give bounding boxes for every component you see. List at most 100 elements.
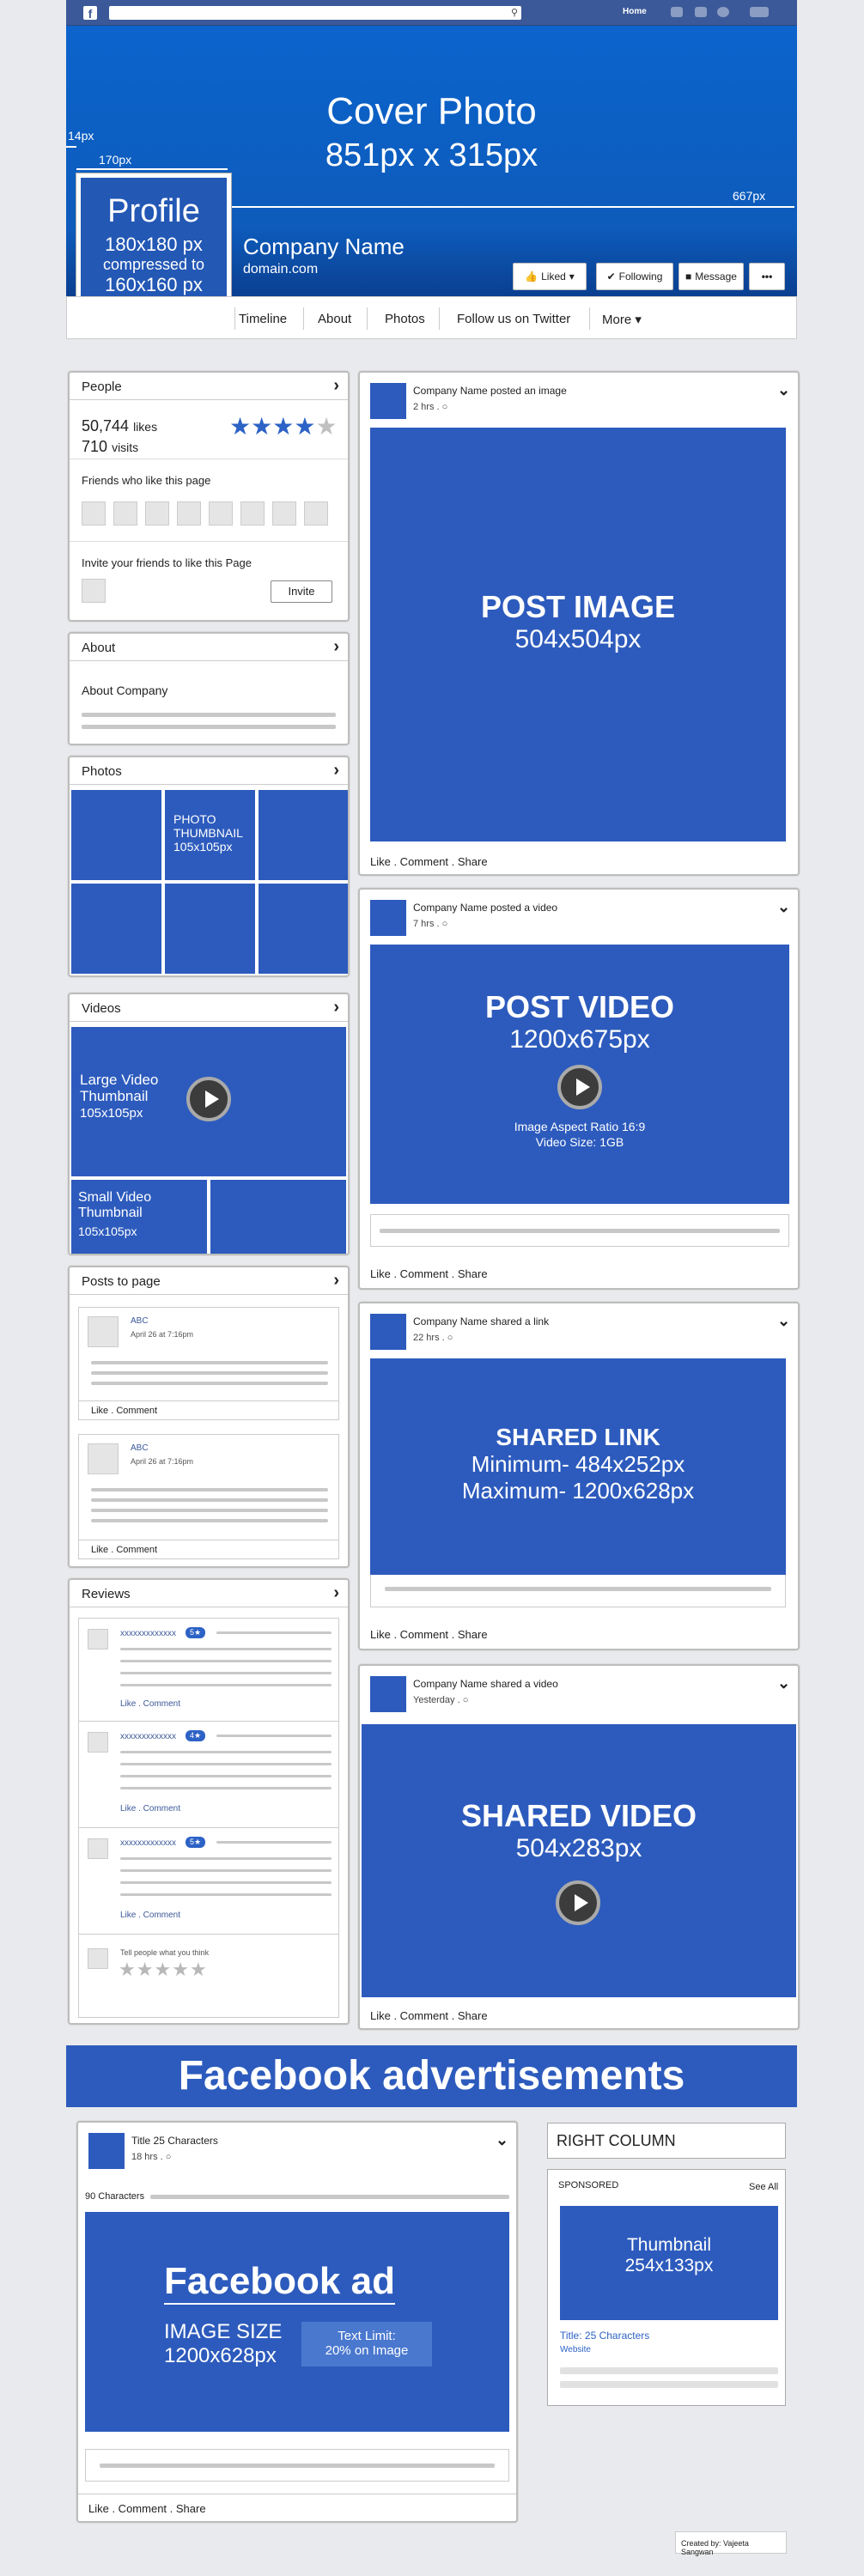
chevron-right-icon[interactable]: › xyxy=(333,998,339,1018)
search-icon[interactable]: ⚲ xyxy=(511,7,518,18)
friend-avatar[interactable] xyxy=(177,501,201,526)
avatar[interactable] xyxy=(88,1838,108,1859)
review-name[interactable]: xxxxxxxxxxxxx xyxy=(120,1838,176,1848)
see-all-link[interactable]: See All xyxy=(749,2182,778,2192)
post-author[interactable]: Company Name shared a video xyxy=(413,1678,558,1690)
large-video-thumbnail[interactable]: Large Video Thumbnail 105x105px xyxy=(71,1027,346,1176)
tell-people-text[interactable]: Tell people what you think xyxy=(120,1948,209,1957)
avatar[interactable] xyxy=(88,1629,108,1649)
play-icon[interactable] xyxy=(557,1065,602,1109)
company-domain[interactable]: domain.com xyxy=(243,262,318,277)
friend-avatar[interactable] xyxy=(240,501,265,526)
post-actions[interactable]: Like . Comment . Share xyxy=(370,1267,488,1280)
videos-header[interactable]: Videos › xyxy=(70,994,348,1022)
photos-header[interactable]: Photos › xyxy=(70,757,348,785)
visitor-post-actions[interactable]: Like . Comment xyxy=(91,1406,157,1416)
visitor-post-actions[interactable]: Like . Comment xyxy=(91,1545,157,1555)
posts-to-page-header[interactable]: Posts to page › xyxy=(70,1267,348,1295)
post-avatar[interactable] xyxy=(88,2133,125,2169)
chevron-down-icon[interactable]: ⌄ xyxy=(777,381,790,399)
post-avatar[interactable] xyxy=(370,900,406,936)
friend-avatar[interactable] xyxy=(145,501,169,526)
post-actions[interactable]: Like . Comment . Share xyxy=(88,2502,206,2515)
visitor-post-author[interactable]: ABC xyxy=(131,1316,149,1326)
post-video[interactable]: POST VIDEO 1200x675px Image Aspect Ratio… xyxy=(370,945,789,1204)
photo-thumbnail[interactable] xyxy=(71,884,161,974)
review-star-input[interactable]: ★★★★★ xyxy=(119,1959,208,1981)
photo-thumbnail[interactable] xyxy=(165,884,255,974)
photo-thumbnail[interactable] xyxy=(71,790,161,880)
chevron-right-icon[interactable]: › xyxy=(333,1583,339,1603)
friend-avatar[interactable] xyxy=(82,501,106,526)
review-actions[interactable]: Like . Comment xyxy=(120,1911,180,1920)
post-avatar[interactable] xyxy=(370,1314,406,1350)
globe-icon[interactable] xyxy=(717,7,729,17)
sponsored-thumbnail[interactable]: Thumbnail 254x133px xyxy=(560,2206,778,2320)
following-button[interactable]: ✔ Following xyxy=(596,263,673,290)
message-button[interactable]: ■ Message xyxy=(678,263,744,290)
link-preview-box[interactable] xyxy=(370,1575,786,1607)
avatar[interactable] xyxy=(88,1948,108,1969)
chevron-right-icon[interactable]: › xyxy=(333,637,339,657)
reviews-header[interactable]: Reviews › xyxy=(70,1580,348,1607)
post-actions[interactable]: Like . Comment . Share xyxy=(370,2009,488,2022)
photo-thumbnail[interactable]: PHOTO THUMBNAIL 105x105px xyxy=(165,790,255,880)
post-author[interactable]: Company Name shared a link xyxy=(413,1315,549,1327)
photo-thumbnail[interactable] xyxy=(259,884,348,974)
chevron-down-icon[interactable]: ⌄ xyxy=(777,1312,790,1330)
chevron-down-icon[interactable]: ⌄ xyxy=(777,1674,790,1692)
visitor-post-author[interactable]: ABC xyxy=(131,1443,149,1453)
more-options-button[interactable]: ••• xyxy=(749,263,785,290)
people-header[interactable]: People › xyxy=(70,373,348,400)
facebook-logo-icon[interactable]: f xyxy=(83,6,97,21)
link-preview-box[interactable] xyxy=(85,2449,509,2482)
friend-avatar[interactable] xyxy=(113,501,137,526)
friend-avatar[interactable] xyxy=(209,501,233,526)
invite-button[interactable]: Invite xyxy=(271,580,332,603)
avatar[interactable] xyxy=(88,1443,119,1474)
nav-more[interactable]: More ▾ xyxy=(602,312,642,327)
chevron-down-icon[interactable]: ⌄ xyxy=(777,898,790,916)
avatar[interactable] xyxy=(88,1732,108,1753)
shared-video[interactable]: SHARED VIDEO 504x283px xyxy=(362,1724,796,1997)
post-image[interactable]: POST IMAGE 504x504px xyxy=(370,428,786,841)
friends-icon[interactable] xyxy=(671,7,683,17)
friend-avatar[interactable] xyxy=(304,501,328,526)
chevron-right-icon[interactable]: › xyxy=(333,761,339,781)
avatar[interactable] xyxy=(88,1316,119,1347)
messages-icon[interactable] xyxy=(695,7,707,17)
review-actions[interactable]: Like . Comment xyxy=(120,1804,180,1814)
small-video-thumbnail[interactable] xyxy=(210,1180,346,1254)
sponsored-website[interactable]: Website xyxy=(560,2345,591,2354)
play-icon[interactable] xyxy=(186,1077,231,1121)
star-icon[interactable]: ★ xyxy=(137,1959,155,1980)
post-avatar[interactable] xyxy=(370,1676,406,1712)
review-name[interactable]: xxxxxxxxxxxxx xyxy=(120,1732,176,1741)
star-icon[interactable]: ★ xyxy=(119,1959,137,1980)
ad-title[interactable]: Title 25 Characters xyxy=(131,2135,218,2147)
chevron-down-icon[interactable]: ⌄ xyxy=(496,2131,508,2149)
post-avatar[interactable] xyxy=(370,383,406,419)
star-icon[interactable]: ★ xyxy=(190,1959,208,1980)
star-icon[interactable]: ★ xyxy=(172,1959,190,1980)
friend-avatar[interactable] xyxy=(272,501,296,526)
search-input[interactable]: ⚲ xyxy=(109,6,521,20)
play-icon[interactable] xyxy=(556,1880,600,1925)
sponsored-title[interactable]: Title: 25 Characters xyxy=(560,2330,649,2342)
nav-photos[interactable]: Photos xyxy=(385,312,425,326)
nav-follow-twitter[interactable]: Follow us on Twitter xyxy=(457,312,570,326)
liked-button[interactable]: 👍 Liked ▾ xyxy=(513,263,587,290)
nav-timeline[interactable]: Timeline xyxy=(239,312,287,326)
small-video-thumbnail[interactable]: Small Video Thumbnail 105x105px xyxy=(71,1180,207,1254)
about-header[interactable]: About › xyxy=(70,634,348,661)
ad-image[interactable]: Facebook ad IMAGE SIZE 1200x628px Text L… xyxy=(85,2212,509,2432)
chevron-right-icon[interactable]: › xyxy=(333,1271,339,1291)
shared-link-image[interactable]: SHARED LINK Minimum- 484x252px Maximum- … xyxy=(370,1358,786,1575)
star-icon[interactable]: ★ xyxy=(154,1959,172,1980)
post-actions[interactable]: Like . Comment . Share xyxy=(370,855,488,868)
home-link[interactable]: Home xyxy=(623,7,647,16)
chevron-right-icon[interactable]: › xyxy=(333,376,339,396)
account-menu-icon[interactable] xyxy=(750,7,769,17)
review-actions[interactable]: Like . Comment xyxy=(120,1699,180,1709)
post-author[interactable]: Company Name posted an image xyxy=(413,385,567,397)
